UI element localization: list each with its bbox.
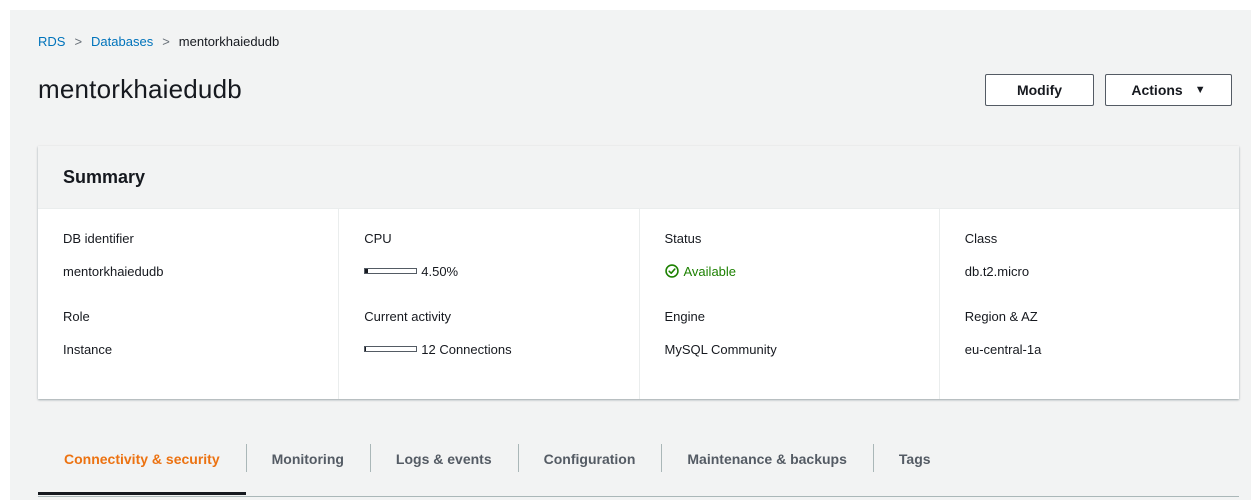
- engine-value: MySQL Community: [664, 341, 777, 357]
- check-circle-icon: [664, 264, 679, 278]
- rds-database-detail-page: RDS > Databases > mentorkhaiedudb mentor…: [10, 10, 1251, 500]
- summary-title: Summary: [63, 166, 146, 187]
- modify-button[interactable]: Modify: [985, 74, 1094, 106]
- summary-header: Summary: [38, 146, 1239, 209]
- breadcrumb-rds[interactable]: RDS: [38, 34, 65, 49]
- breadcrumb-separator: >: [162, 34, 170, 49]
- current-activity-value: 12 Connections: [364, 339, 638, 359]
- cpu-value-text: 4.50%: [421, 263, 459, 279]
- cpu-label: CPU: [364, 231, 392, 246]
- detail-tabs: Connectivity & security Monitoring Logs …: [38, 436, 1239, 497]
- status-value: Available: [664, 261, 939, 281]
- region-value: eu-central-1a: [964, 341, 1042, 357]
- class-value: db.t2.micro: [964, 263, 1030, 279]
- summary-panel: Summary DB identifier mentorkhaiedudb Ro…: [38, 146, 1239, 399]
- breadcrumb-databases[interactable]: Databases: [91, 34, 153, 49]
- summary-body: DB identifier mentorkhaiedudb Role Insta…: [38, 209, 1239, 399]
- cpu-meter: [364, 268, 418, 274]
- summary-column-usage: CPU 4.50% Current activity 12 Connection…: [338, 209, 638, 399]
- db-identifier-value: mentorkhaiedudb: [63, 263, 164, 279]
- caret-down-icon: ▼: [1194, 84, 1206, 96]
- status-badge: Available: [664, 263, 737, 279]
- modify-button-label: Modify: [1016, 82, 1063, 98]
- current-activity-text: 12 Connections: [421, 341, 512, 357]
- breadcrumb-separator: >: [74, 34, 83, 49]
- role-label: Role: [63, 309, 90, 324]
- breadcrumb: RDS > Databases > mentorkhaiedudb: [38, 34, 279, 49]
- db-identifier-label: DB identifier: [63, 231, 134, 246]
- role-value: Instance: [63, 341, 113, 357]
- cpu-meter-fill: [365, 269, 368, 273]
- class-label: Class: [964, 231, 998, 246]
- tab-monitoring[interactable]: Monitoring: [245, 436, 370, 481]
- tab-maintenance-backups[interactable]: Maintenance & backups: [661, 436, 873, 481]
- tab-configuration[interactable]: Configuration: [517, 436, 662, 481]
- tab-tags[interactable]: Tags: [872, 436, 957, 481]
- current-activity-label: Current activity: [364, 309, 451, 324]
- actions-button[interactable]: Actions ▼: [1105, 74, 1232, 106]
- cpu-value: 4.50%: [364, 261, 638, 281]
- breadcrumb-current: mentorkhaiedudb: [178, 34, 280, 49]
- page-title: mentorkhaiedudb: [38, 74, 242, 104]
- region-label: Region & AZ: [964, 309, 1038, 324]
- actions-button-label: Actions: [1131, 82, 1183, 98]
- status-label: Status: [664, 231, 702, 246]
- summary-column-status: Status Available Engine MySQL Community: [638, 209, 939, 399]
- connections-meter-fill: [365, 347, 367, 351]
- connections-meter: [364, 346, 418, 352]
- summary-column-identifier: DB identifier mentorkhaiedudb Role Insta…: [38, 209, 338, 399]
- tab-connectivity-security[interactable]: Connectivity & security: [38, 436, 246, 495]
- tab-logs-events[interactable]: Logs & events: [369, 436, 518, 481]
- engine-label: Engine: [664, 309, 705, 324]
- status-text: Available: [683, 263, 737, 279]
- summary-column-class: Class db.t2.micro Region & AZ eu-central…: [938, 209, 1239, 399]
